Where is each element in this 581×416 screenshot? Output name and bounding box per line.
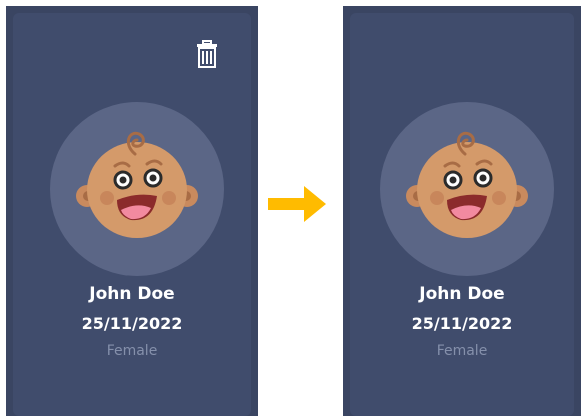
avatar — [50, 102, 224, 276]
before-panel: John Doe 25/11/2022 Female — [6, 6, 258, 416]
after-panel: John Doe 25/11/2022 Female — [343, 6, 581, 416]
trash-icon[interactable] — [196, 40, 218, 68]
child-gender: Female — [436, 343, 488, 359]
baby-face-icon — [406, 131, 528, 238]
arrow-right-icon — [268, 186, 326, 222]
child-name: John Doe — [419, 284, 505, 304]
child-profile-card[interactable]: John Doe 25/11/2022 Female — [13, 13, 251, 416]
child-birth-date: 25/11/2022 — [411, 314, 513, 333]
child-gender: Female — [106, 343, 158, 359]
child-birth-date: 25/11/2022 — [81, 314, 183, 333]
baby-face-icon — [76, 131, 198, 238]
child-name: John Doe — [89, 284, 175, 304]
avatar — [380, 102, 554, 276]
child-profile-card[interactable]: John Doe 25/11/2022 Female — [350, 13, 574, 416]
